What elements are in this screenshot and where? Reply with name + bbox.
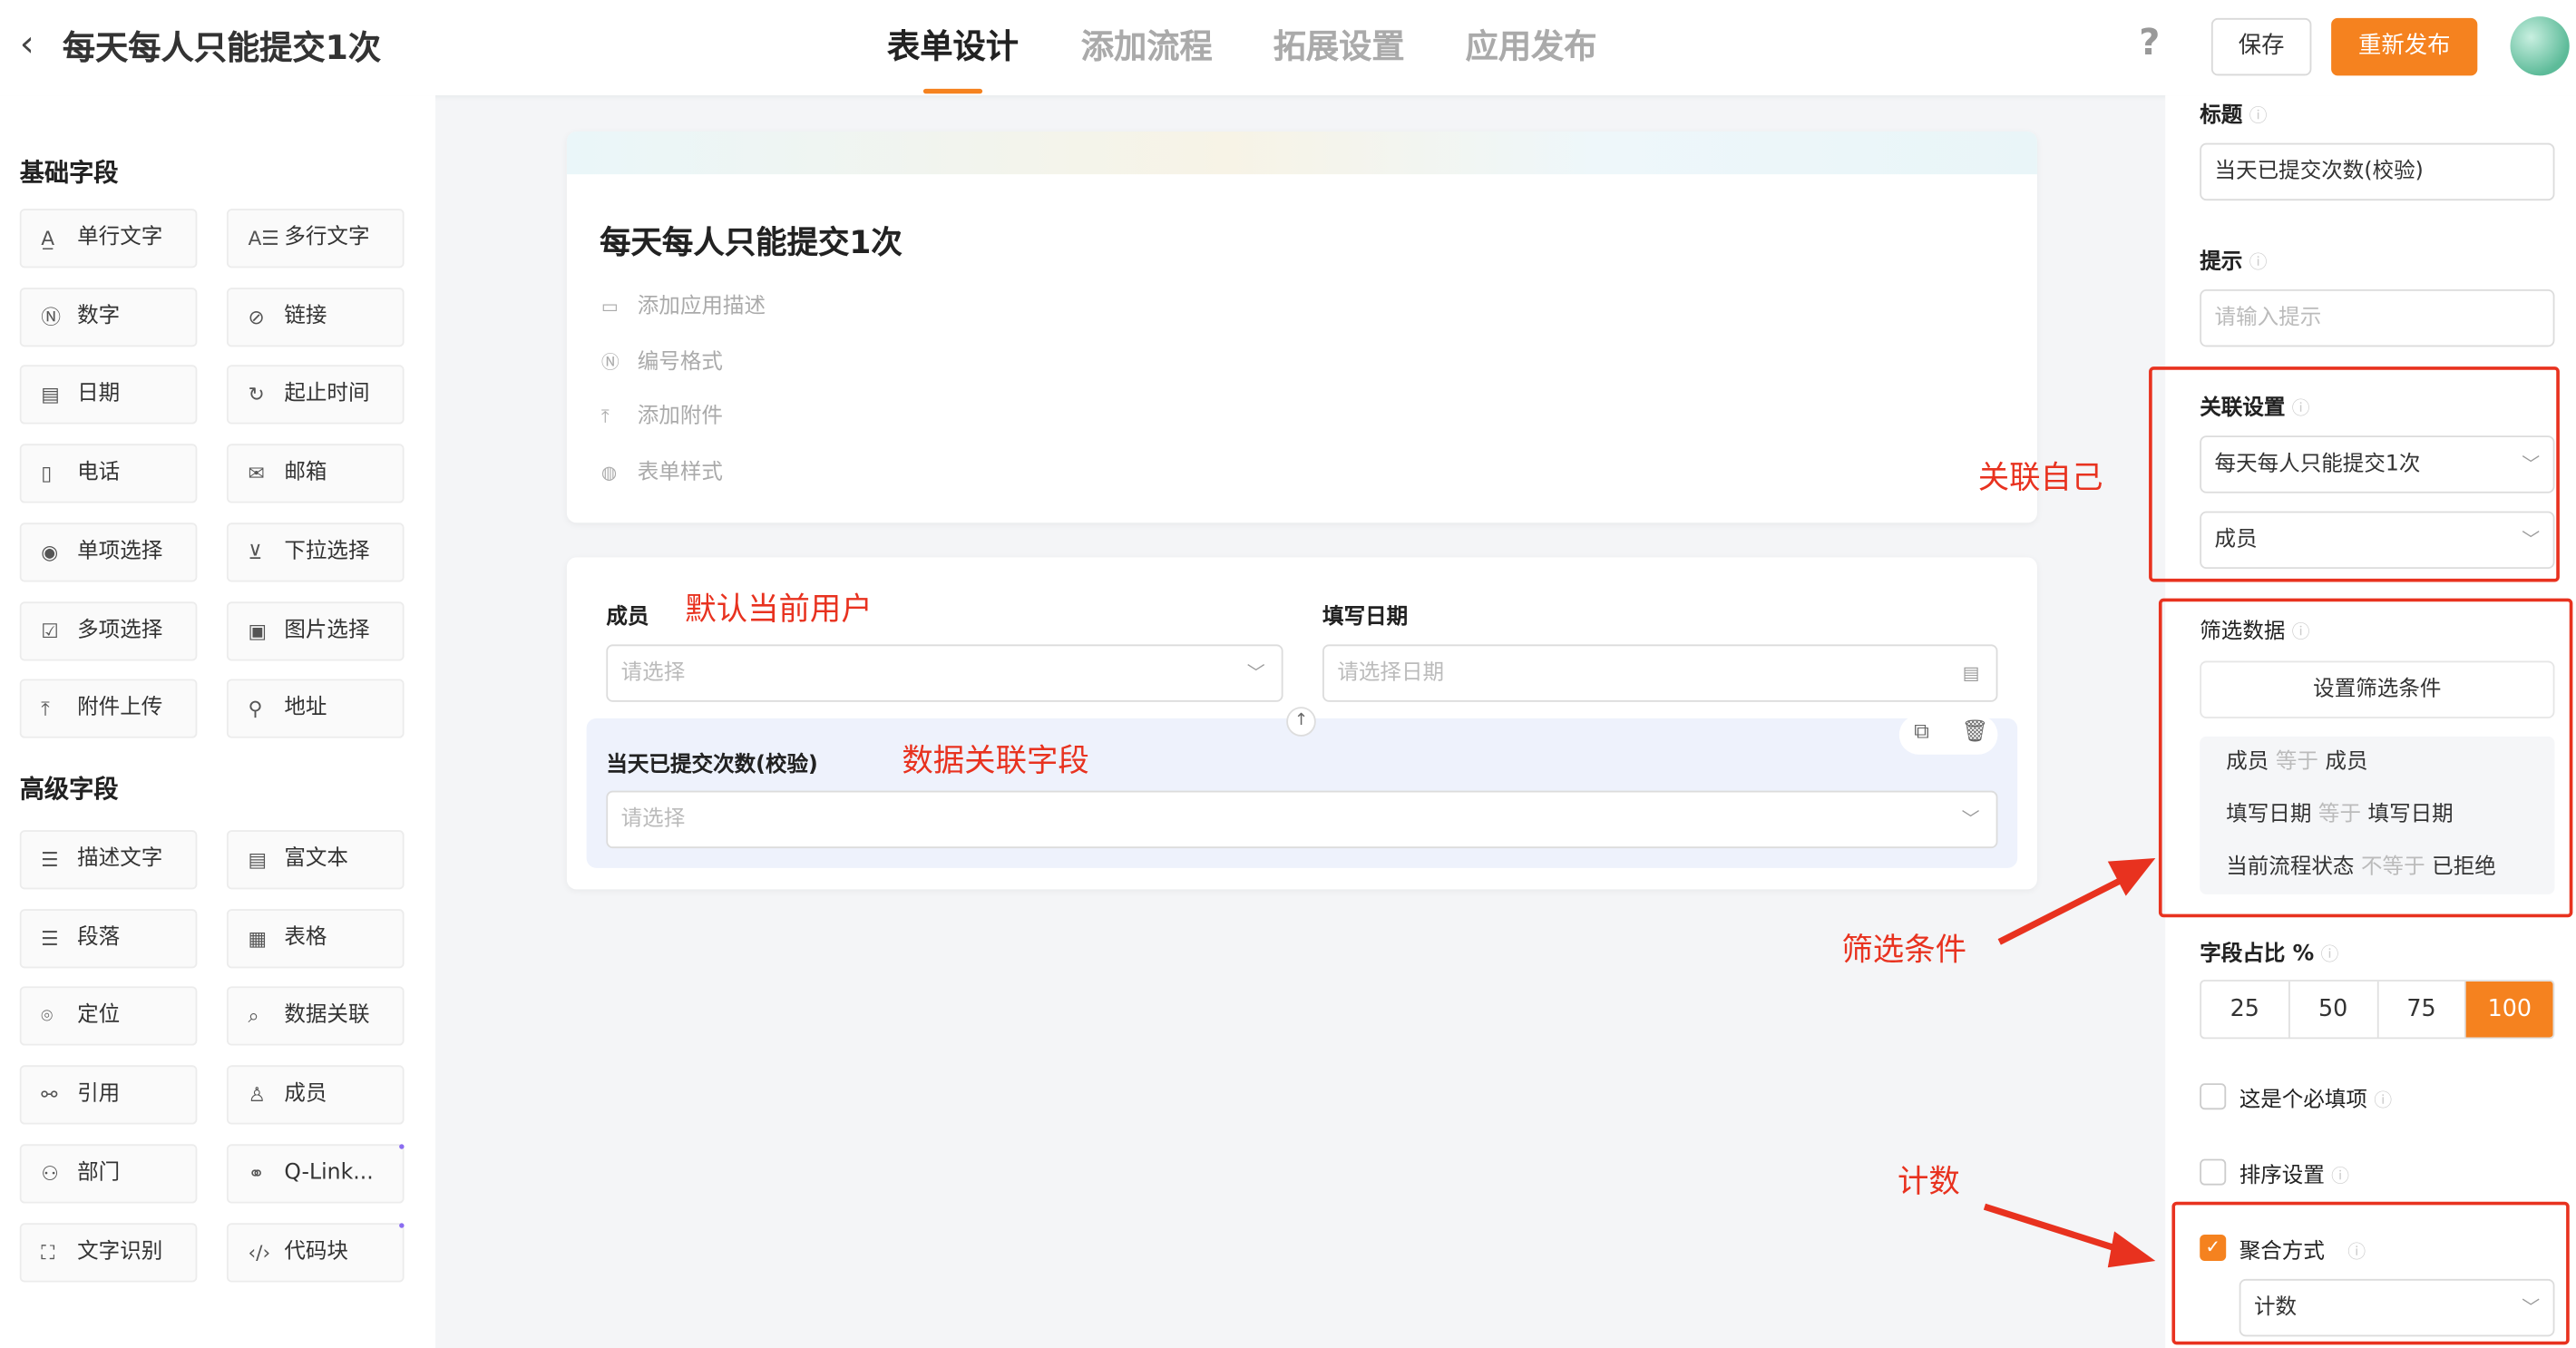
help-circle-icon[interactable]: ⓘ (2374, 1089, 2392, 1111)
hint-prop-label: 提示 ⓘ (2200, 243, 2267, 274)
highlight-aggregation (2171, 1201, 2570, 1345)
hint-label-text: 提示 (2200, 249, 2243, 275)
width-label-text: 字段占比 % (2200, 942, 2315, 967)
width-segmented-control: 25 50 75 100 (2200, 980, 2555, 1040)
arrow-to-filter-line (1997, 876, 2124, 945)
sort-label: 排序设置 ⓘ (2239, 1158, 2349, 1188)
width-prop-label: 字段占比 % ⓘ (2200, 935, 2338, 966)
help-circle-icon[interactable]: ⓘ (2249, 105, 2268, 127)
sort-checkbox[interactable] (2200, 1158, 2227, 1186)
sort-label-text: 排序设置 (2239, 1164, 2325, 1189)
help-circle-icon[interactable]: ⓘ (2249, 251, 2268, 273)
arrow-to-filter-head (2107, 857, 2156, 896)
highlight-filter-data (2158, 598, 2573, 918)
title-input[interactable]: 当天已提交次数(校验) (2200, 142, 2555, 201)
help-circle-icon[interactable]: ⓘ (2320, 943, 2338, 965)
app-screen: ‹ 每天每人只能提交1次 表单设计 添加流程 拓展设置 应用发布 ? 保存 重新… (0, 0, 2576, 1348)
required-label-text: 这是个必填项 (2239, 1088, 2367, 1113)
arrow-to-agg-line (1983, 1203, 2121, 1253)
required-checkbox[interactable] (2200, 1083, 2227, 1110)
width-option-50[interactable]: 50 (2289, 981, 2378, 1038)
width-option-100[interactable]: 100 (2466, 981, 2553, 1038)
width-option-75[interactable]: 75 (2378, 981, 2467, 1038)
arrow-to-agg-head (2107, 1231, 2156, 1268)
width-option-25[interactable]: 25 (2201, 981, 2290, 1038)
title-label-text: 标题 (2200, 103, 2243, 129)
hint-input[interactable]: 请输入提示 (2200, 288, 2555, 347)
required-label: 这是个必填项 ⓘ (2239, 1081, 2392, 1113)
title-prop-label: 标题 ⓘ (2200, 97, 2267, 128)
help-circle-icon[interactable]: ⓘ (2331, 1166, 2349, 1187)
highlight-assoc-settings (2149, 366, 2560, 582)
